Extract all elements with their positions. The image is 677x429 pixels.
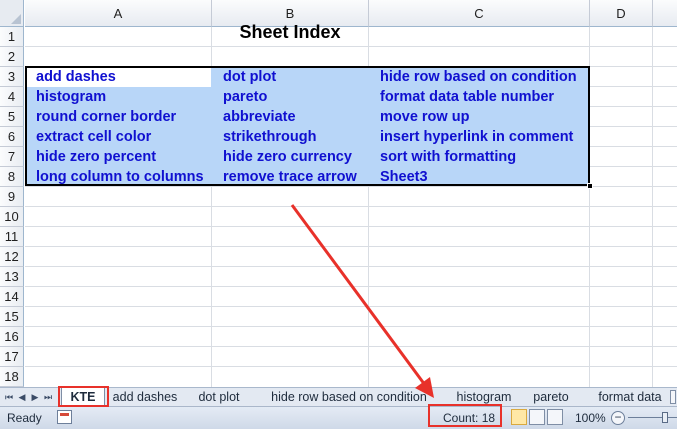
tab-add-dashes[interactable]: add dashes — [108, 388, 182, 406]
row-header-4[interactable]: 4 — [0, 87, 24, 107]
cell-b5[interactable]: abbreviate — [223, 107, 367, 127]
tab-dot-plot[interactable]: dot plot — [188, 388, 250, 406]
row-header-11[interactable]: 11 — [0, 227, 24, 247]
prev-sheet-icon[interactable]: ◀ — [16, 391, 28, 403]
count-highlight — [428, 404, 502, 427]
page-break-icon[interactable] — [547, 409, 563, 425]
row-header-18[interactable]: 18 — [0, 367, 24, 387]
row-header-1[interactable]: 1 — [0, 27, 24, 47]
cell-c8[interactable]: Sheet3 — [380, 167, 586, 187]
row-header-16[interactable]: 16 — [0, 327, 24, 347]
row-header-10[interactable]: 10 — [0, 207, 24, 227]
cell-a8[interactable]: long column to columns — [36, 167, 210, 187]
cell-a7[interactable]: hide zero percent — [36, 147, 208, 167]
cell-a5[interactable]: round corner border — [36, 107, 208, 127]
cell-b7[interactable]: hide zero currency — [223, 147, 367, 167]
cell-c4[interactable]: format data table number — [380, 87, 586, 107]
zoom-slider-thumb[interactable] — [662, 412, 668, 423]
next-sheet-icon[interactable]: ▶ — [29, 391, 41, 403]
column-header-e[interactable] — [653, 0, 677, 27]
page-layout-icon[interactable] — [529, 409, 545, 425]
last-sheet-icon[interactable]: ⏭ — [42, 391, 54, 403]
row-header-12[interactable]: 12 — [0, 247, 24, 267]
zoom-slider-track[interactable] — [628, 417, 677, 418]
cell-c5[interactable]: move row up — [380, 107, 586, 127]
row-header-17[interactable]: 17 — [0, 347, 24, 367]
row-header-7[interactable]: 7 — [0, 147, 24, 167]
tab-pareto[interactable]: pareto — [526, 388, 576, 406]
cell-b8[interactable]: remove trace arrow — [223, 167, 367, 187]
tab-scroll-splitter[interactable] — [670, 390, 676, 404]
column-header-d[interactable]: D — [590, 0, 653, 27]
cell-a6[interactable]: extract cell color — [36, 127, 208, 147]
cell-c3[interactable]: hide row based on condition — [380, 67, 586, 87]
select-all-corner[interactable] — [0, 0, 24, 27]
macro-record-icon[interactable] — [57, 410, 72, 424]
tab-format-data[interactable]: format data — [590, 388, 670, 406]
cell-c6[interactable]: insert hyperlink in comment — [380, 127, 586, 147]
row-header-6[interactable]: 6 — [0, 127, 24, 147]
column-header-c[interactable]: C — [369, 0, 590, 27]
row-header-9[interactable]: 9 — [0, 187, 24, 207]
sheet-index-title[interactable]: Sheet Index — [211, 22, 369, 44]
row-header-2[interactable]: 2 — [0, 47, 24, 67]
cell-a4[interactable]: histogram — [36, 87, 208, 107]
status-ready: Ready — [7, 411, 42, 425]
row-header-8[interactable]: 8 — [0, 167, 24, 187]
normal-view-icon[interactable] — [511, 409, 527, 425]
cell-a3[interactable]: add dashes — [36, 67, 208, 87]
row-header-3[interactable]: 3 — [0, 67, 24, 87]
status-bar: Ready Count: 18 100% − — [0, 406, 677, 429]
cell-b4[interactable]: pareto — [223, 87, 367, 107]
row-header-15[interactable]: 15 — [0, 307, 24, 327]
first-sheet-icon[interactable]: ⏮ — [3, 391, 15, 403]
cell-c7[interactable]: sort with formatting — [380, 147, 586, 167]
zoom-out-icon[interactable]: − — [611, 411, 625, 425]
row-header-14[interactable]: 14 — [0, 287, 24, 307]
fill-handle[interactable] — [587, 183, 593, 189]
cell-b6[interactable]: strikethrough — [223, 127, 367, 147]
tab-hide-row-based-on-condition[interactable]: hide row based on condition — [262, 388, 436, 406]
column-header-a[interactable]: A — [25, 0, 212, 27]
row-header-13[interactable]: 13 — [0, 267, 24, 287]
kte-tab-highlight — [58, 386, 109, 407]
row-header-5[interactable]: 5 — [0, 107, 24, 127]
cell-b3[interactable]: dot plot — [223, 67, 367, 87]
zoom-level[interactable]: 100% — [575, 411, 606, 425]
